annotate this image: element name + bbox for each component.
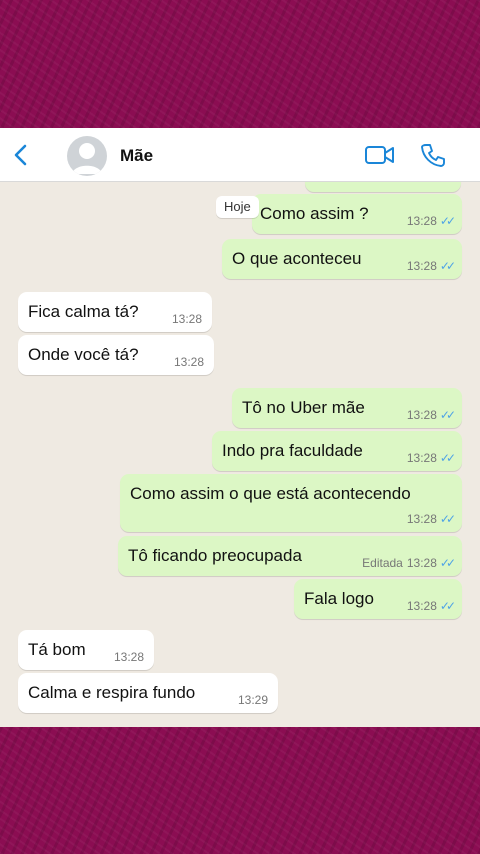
message-text: O que aconteceu <box>232 249 362 268</box>
message-text: Indo pra faculdade <box>222 441 363 460</box>
message-text: Calma e respira fundo <box>28 683 196 702</box>
person-icon <box>72 143 102 174</box>
message-text: Tá bom <box>28 640 86 659</box>
double-check-icon: ✓✓ <box>439 599 456 613</box>
chat-header: Mãe <box>0 128 480 182</box>
double-check-icon: ✓✓ <box>439 408 456 422</box>
message-bubble-outgoing[interactable]: Como assim ? 13:28 ✓✓ <box>252 194 462 234</box>
message-bubble-outgoing[interactable]: Tô ficando preocupada Editada 13:28 ✓✓ <box>118 536 462 576</box>
message-text: Como assim ? <box>260 204 369 223</box>
message-time: 13:28 <box>113 650 144 664</box>
message-time: 13:28 <box>406 408 437 422</box>
message-text: Fica calma tá? <box>28 302 139 321</box>
message-time: 13:29 <box>237 693 268 707</box>
double-check-icon: ✓✓ <box>439 512 456 526</box>
chat-screen: Mãe Como assim ? 13:28 ✓✓ Hoje O que acon… <box>0 128 480 727</box>
message-bubble-outgoing[interactable]: O que aconteceu 13:28 ✓✓ <box>222 239 462 279</box>
background-texture-top <box>0 0 480 128</box>
message-time: 13:28 <box>173 355 204 369</box>
message-time: 13:28 <box>406 259 437 273</box>
message-bubble-incoming[interactable]: Fica calma tá? 13:28 <box>18 292 212 332</box>
message-meta: 13:28 ✓✓ <box>406 451 456 465</box>
double-check-icon: ✓✓ <box>439 451 456 465</box>
message-meta: Editada 13:28 ✓✓ <box>362 556 456 570</box>
message-text: Fala logo <box>304 589 374 608</box>
avatar[interactable] <box>67 136 107 176</box>
message-bubble-outgoing[interactable]: Como assim o que está acontecendo 13:28 ✓… <box>120 474 462 532</box>
double-check-icon: ✓✓ <box>439 214 456 228</box>
double-check-icon: ✓✓ <box>439 556 456 570</box>
date-separator: Hoje <box>216 196 259 218</box>
double-check-icon: ✓✓ <box>439 259 456 273</box>
edited-label: Editada <box>362 556 403 570</box>
message-text: Onde você tá? <box>28 345 139 364</box>
message-meta: 13:28 ✓✓ <box>406 599 456 613</box>
phone-icon[interactable] <box>420 142 446 168</box>
message-bubble-incoming[interactable]: Onde você tá? 13:28 <box>18 335 214 375</box>
message-text: Tô no Uber mãe <box>242 398 365 417</box>
message-bubble-outgoing[interactable]: Fala logo 13:28 ✓✓ <box>294 579 462 619</box>
background-texture-bottom <box>0 727 480 854</box>
message-meta: 13:28 ✓✓ <box>406 408 456 422</box>
message-meta: 13:28 ✓✓ <box>406 214 456 228</box>
message-bubble-outgoing[interactable]: Indo pra faculdade 13:28 ✓✓ <box>212 431 462 471</box>
message-bubble-incoming[interactable]: Tá bom 13:28 <box>18 630 154 670</box>
message-bubble-incoming[interactable]: Calma e respira fundo 13:29 <box>18 673 278 713</box>
video-camera-icon[interactable] <box>364 144 396 166</box>
message-time: 13:28 <box>406 599 437 613</box>
contact-name[interactable]: Mãe <box>120 146 153 166</box>
message-bubble-outgoing[interactable]: Tô no Uber mãe 13:28 ✓✓ <box>232 388 462 428</box>
message-time: 13:28 <box>406 214 437 228</box>
message-text: Tô ficando preocupada <box>128 546 302 565</box>
chevron-left-icon[interactable] <box>10 142 32 168</box>
message-meta: 13:28 ✓✓ <box>406 259 456 273</box>
message-text: Como assim o que está acontecendo <box>130 484 411 503</box>
message-time: 13:28 <box>171 312 202 326</box>
message-meta: 13:28 ✓✓ <box>406 512 456 526</box>
message-time: 13:28 <box>406 556 437 570</box>
message-time: 13:28 <box>406 512 437 526</box>
message-time: 13:28 <box>406 451 437 465</box>
